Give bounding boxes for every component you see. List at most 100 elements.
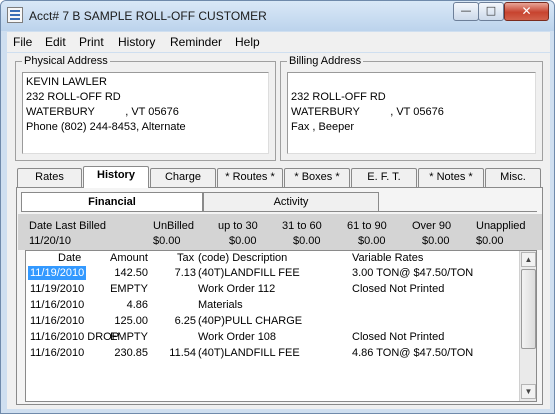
billing-address-line: Fax , Beeper bbox=[291, 121, 354, 133]
31-to-60-value: $0.00 bbox=[293, 235, 321, 247]
minimize-button[interactable]: — bbox=[453, 2, 479, 21]
column-header-date[interactable]: Date bbox=[58, 252, 81, 264]
billing-address-line: WATERBURY , VT 05676 bbox=[291, 106, 444, 118]
cell-amount: 4.86 bbox=[126, 299, 148, 311]
column-header-tax[interactable]: Tax bbox=[177, 252, 194, 264]
cell-date: 11/16/2010 bbox=[30, 315, 85, 327]
table-row[interactable]: 11/16/2010 4.86 Materials bbox=[26, 297, 520, 313]
menu-bar: File Edit Print History Reminder Help bbox=[7, 32, 550, 52]
main-tab-strip: Rates History Charge * Routes * * Boxes … bbox=[17, 166, 541, 188]
61-to-90-value: $0.00 bbox=[358, 235, 386, 247]
billing-address-field[interactable]: 232 ROLL-OFF RD WATERBURY , VT 05676 Fax… bbox=[287, 72, 536, 154]
tab-eft[interactable]: E. F. T. bbox=[351, 168, 417, 187]
cell-variable-rates: 3.00 TON@ $47.50/TON bbox=[352, 267, 474, 279]
cell-variable-rates: Closed Not Printed bbox=[352, 331, 445, 343]
cell-date: 11/16/2010 bbox=[30, 299, 85, 311]
menu-print[interactable]: Print bbox=[79, 35, 104, 49]
history-subtab-strip: Financial Activity bbox=[21, 192, 401, 212]
cell-variable-rates: Closed Not Printed bbox=[352, 283, 445, 295]
summary-header: up to 30 bbox=[218, 220, 258, 232]
unbilled-value: $0.00 bbox=[153, 235, 181, 247]
physical-address-field[interactable]: KEVIN LAWLER 232 ROLL-OFF RD WATERBURY ,… bbox=[22, 72, 269, 154]
cell-tax: 6.25 bbox=[174, 315, 196, 327]
menu-edit[interactable]: Edit bbox=[45, 35, 66, 49]
window-document-icon[interactable] bbox=[7, 7, 23, 23]
tab-rates[interactable]: Rates bbox=[17, 168, 82, 187]
table-row[interactable]: 11/16/2010 DROP EMPTY Work Order 108 Clo… bbox=[26, 329, 520, 345]
cell-amount: EMPTY bbox=[110, 331, 148, 343]
history-tab-panel: Financial Activity Date Last Billed UnBi… bbox=[16, 187, 543, 405]
tab-misc[interactable]: Misc. bbox=[485, 168, 541, 187]
cell-variable-rates: 4.86 TON@ $47.50/TON bbox=[352, 347, 474, 359]
cell-description: (40T)LANDFILL FEE bbox=[198, 267, 300, 279]
billing-address-line: 232 ROLL-OFF RD bbox=[291, 91, 386, 103]
tab-routes[interactable]: * Routes * bbox=[217, 168, 283, 187]
aging-summary: Date Last Billed UnBilled up to 30 31 to… bbox=[18, 214, 542, 250]
app-window: Acct# 7 B SAMPLE ROLL-OFF CUSTOMER — □ ✕… bbox=[0, 0, 555, 414]
cell-description: Materials bbox=[198, 299, 243, 311]
physical-address-line: WATERBURY , VT 05676 bbox=[26, 106, 179, 118]
cell-amount: EMPTY bbox=[110, 283, 148, 295]
cell-description: (40P)PULL CHARGE bbox=[198, 315, 303, 327]
physical-address-line: 232 ROLL-OFF RD bbox=[26, 91, 121, 103]
table-row[interactable]: 11/19/2010 EMPTY Work Order 112 Closed N… bbox=[26, 281, 520, 297]
title-bar[interactable]: Acct# 7 B SAMPLE ROLL-OFF CUSTOMER — □ ✕ bbox=[1, 1, 554, 31]
table-row[interactable]: 11/16/2010 230.85 11.54 (40T)LANDFILL FE… bbox=[26, 345, 520, 361]
cell-amount: 142.50 bbox=[114, 267, 148, 279]
tab-history[interactable]: History bbox=[83, 166, 149, 188]
scrollbar-thumb[interactable] bbox=[521, 269, 536, 349]
cell-amount: 230.85 bbox=[114, 347, 148, 359]
over-90-value: $0.00 bbox=[422, 235, 450, 247]
subtab-divider bbox=[21, 211, 537, 212]
cell-date: 11/19/2010 bbox=[28, 266, 87, 280]
tab-boxes[interactable]: * Boxes * bbox=[284, 168, 350, 187]
cell-description: (40T)LANDFILL FEE bbox=[198, 347, 300, 359]
scroll-up-arrow-icon[interactable]: ▲ bbox=[521, 252, 536, 267]
summary-header: Date Last Billed bbox=[29, 220, 107, 232]
menu-file[interactable]: File bbox=[13, 35, 32, 49]
table-row[interactable]: 11/19/2010 142.50 7.13 (40T)LANDFILL FEE… bbox=[26, 265, 520, 281]
summary-header: Unapplied bbox=[476, 220, 526, 232]
cell-tax: 11.54 bbox=[169, 347, 196, 359]
main-panel: Physical Address KEVIN LAWLER 232 ROLL-O… bbox=[7, 53, 550, 409]
tab-charge[interactable]: Charge bbox=[150, 168, 216, 187]
physical-address-group: Physical Address KEVIN LAWLER 232 ROLL-O… bbox=[15, 55, 276, 161]
table-scrollbar[interactable]: ▲ ▼ bbox=[519, 251, 536, 401]
up-to-30-value: $0.00 bbox=[229, 235, 257, 247]
column-header-description[interactable]: (code) Description bbox=[198, 252, 287, 264]
cell-amount: 125.00 bbox=[114, 315, 148, 327]
menu-history[interactable]: History bbox=[118, 35, 155, 49]
summary-header: Over 90 bbox=[412, 220, 452, 232]
cell-description: Work Order 112 bbox=[198, 283, 276, 295]
column-header-variable-rates[interactable]: Variable Rates bbox=[352, 252, 423, 264]
summary-header: UnBilled bbox=[153, 220, 194, 232]
table-header: Date Amount Tax (code) Description Varia… bbox=[26, 251, 520, 265]
summary-header: 61 to 90 bbox=[347, 220, 387, 232]
window-title: Acct# 7 B SAMPLE ROLL-OFF CUSTOMER bbox=[29, 9, 267, 23]
maximize-button[interactable]: □ bbox=[478, 2, 504, 21]
cell-description: Work Order 108 bbox=[198, 331, 277, 343]
unapplied-value: $0.00 bbox=[476, 235, 504, 247]
physical-address-line: Phone (802) 244-8453, Alternate bbox=[26, 121, 186, 133]
billing-address-label: Billing Address bbox=[287, 55, 364, 67]
financial-history-table[interactable]: Date Amount Tax (code) Description Varia… bbox=[25, 250, 537, 402]
scroll-down-arrow-icon[interactable]: ▼ bbox=[521, 384, 536, 399]
summary-header: 31 to 60 bbox=[282, 220, 322, 232]
cell-date: 11/16/2010 bbox=[30, 347, 85, 359]
column-header-amount[interactable]: Amount bbox=[110, 252, 148, 264]
billing-address-group: Billing Address 232 ROLL-OFF RD WATERBUR… bbox=[280, 55, 543, 161]
billing-address-line bbox=[291, 75, 532, 90]
menu-reminder[interactable]: Reminder bbox=[170, 35, 222, 49]
date-last-billed-value: 11/20/10 bbox=[29, 235, 72, 247]
cell-date: 11/19/2010 bbox=[30, 283, 85, 295]
close-button[interactable]: ✕ bbox=[504, 2, 549, 21]
subtab-financial[interactable]: Financial bbox=[21, 192, 203, 211]
physical-address-label: Physical Address bbox=[22, 55, 110, 67]
cell-date: 11/16/2010 DROP bbox=[30, 331, 120, 343]
physical-address-line: KEVIN LAWLER bbox=[26, 76, 107, 88]
tab-notes[interactable]: * Notes * bbox=[418, 168, 484, 187]
cell-tax: 7.13 bbox=[174, 267, 196, 279]
subtab-activity[interactable]: Activity bbox=[203, 192, 379, 211]
table-row[interactable]: 11/16/2010 125.00 6.25 (40P)PULL CHARGE bbox=[26, 313, 520, 329]
menu-help[interactable]: Help bbox=[235, 35, 260, 49]
